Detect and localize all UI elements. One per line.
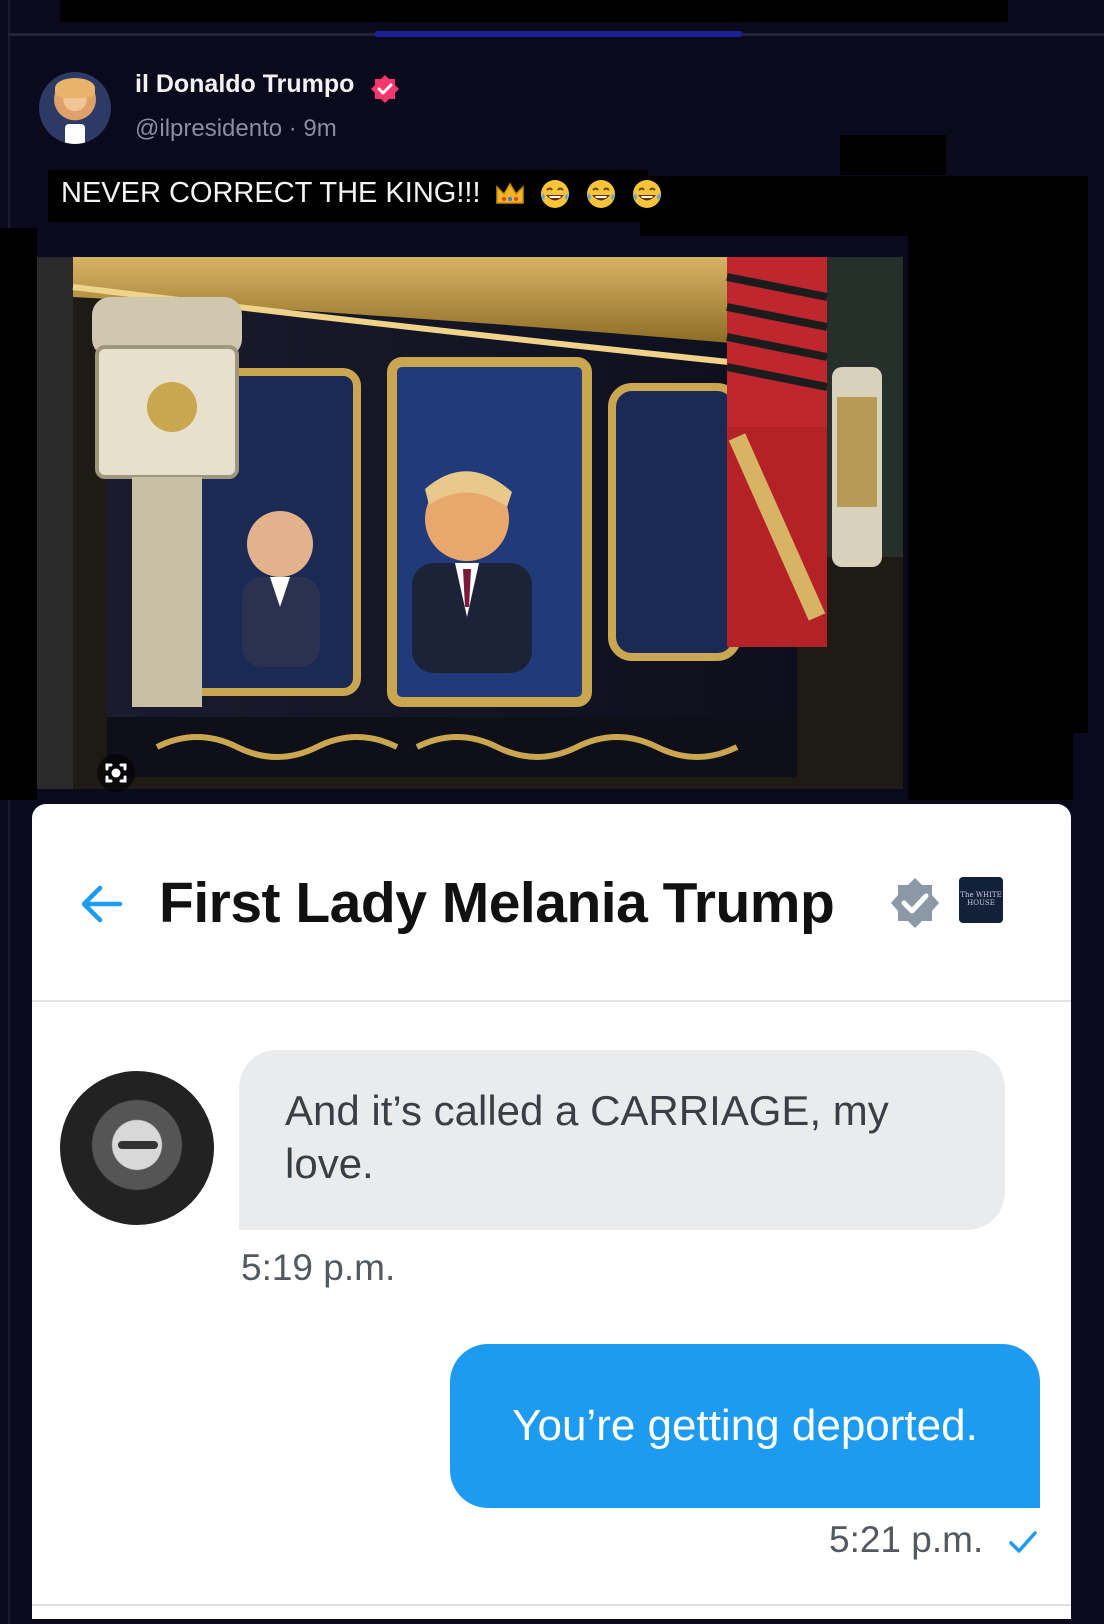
tears-of-joy-emoji-icon	[632, 180, 661, 209]
seen-checkmark-icon	[1009, 1531, 1037, 1553]
sent-message-bubble: You’re getting deported.	[450, 1344, 1040, 1508]
post-caption: NEVER CORRECT THE KING!!!	[61, 177, 663, 210]
active-tab-indicator	[375, 31, 742, 37]
received-message-bubble: And it’s called a CARRIAGE, my love.	[239, 1050, 1005, 1230]
caption-text: NEVER CORRECT THE KING!!!	[61, 177, 481, 209]
tears-of-joy-emoji-icon	[586, 180, 615, 209]
author-avatar[interactable]	[39, 72, 111, 144]
back-arrow-icon[interactable]	[80, 882, 124, 926]
black-band	[908, 228, 1088, 733]
black-band	[908, 733, 1073, 800]
header-divider	[32, 1000, 1071, 1002]
post-image[interactable]	[37, 257, 903, 789]
white-house-affiliate-badge: The WHITE HOUSE	[959, 877, 1003, 923]
tears-of-joy-emoji-icon	[540, 180, 569, 209]
conversation-title: First Lady Melania Trump	[159, 871, 835, 935]
dm-screenshot-card: First Lady Melania Trump The WHITE HOUSE…	[32, 804, 1071, 1619]
black-patch	[640, 176, 1088, 236]
black-patch	[840, 135, 946, 175]
author-display-name[interactable]: il Donaldo Trumpo	[135, 70, 354, 99]
received-message-time: 5:19 p.m.	[241, 1247, 396, 1288]
crown-emoji-icon	[495, 182, 524, 205]
author-handle-and-time[interactable]: @ilpresidento · 9m	[135, 115, 337, 143]
verified-badge-icon	[371, 75, 399, 103]
sent-message-time: 5:21 p.m.	[829, 1519, 984, 1560]
carriage-photo	[37, 257, 903, 789]
gray-verified-badge-icon	[891, 878, 939, 928]
black-band	[0, 228, 37, 800]
top-black-bar	[60, 0, 1008, 22]
dm-header: First Lady Melania Trump The WHITE HOUSE	[32, 804, 1071, 1000]
lens-search-icon[interactable]	[96, 753, 136, 793]
contact-avatar[interactable]	[60, 1071, 214, 1225]
bottom-divider	[32, 1604, 1071, 1606]
